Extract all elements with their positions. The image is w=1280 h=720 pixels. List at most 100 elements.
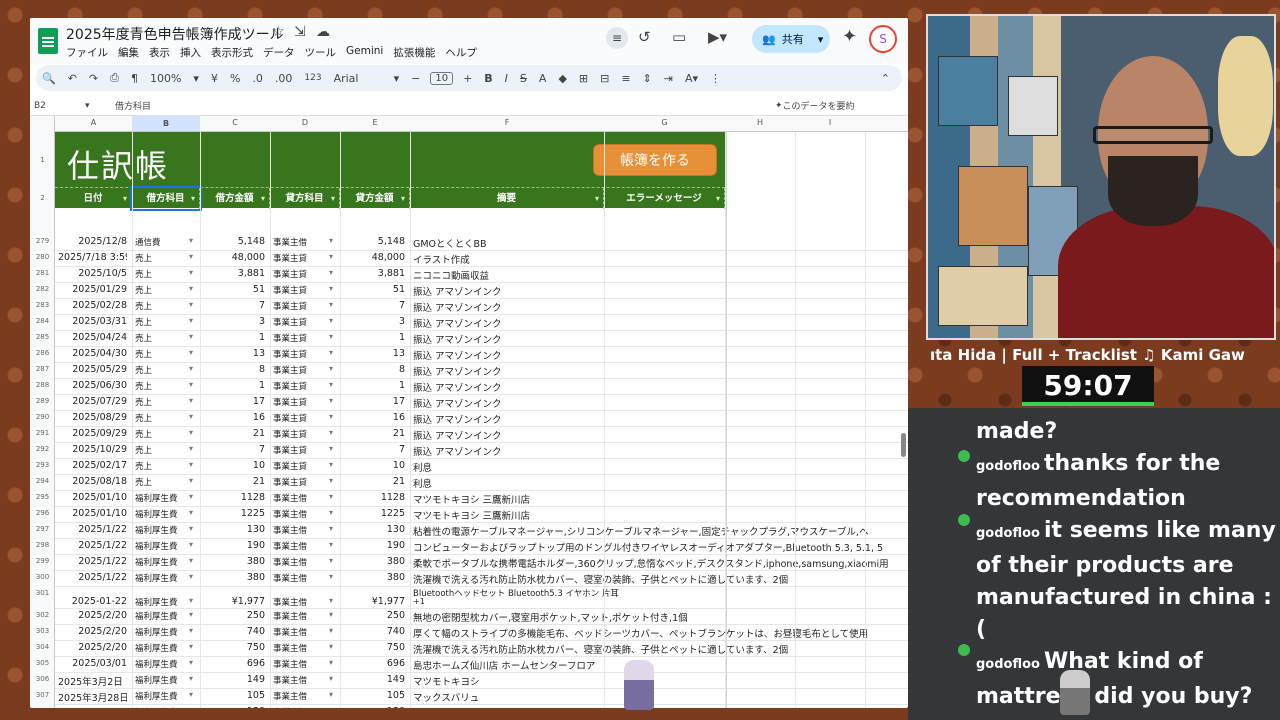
debit-amount-cell[interactable]: 3 bbox=[203, 316, 265, 327]
column-header-h[interactable]: H bbox=[725, 118, 795, 127]
percent-format-button[interactable]: % bbox=[224, 72, 246, 85]
credit-amount-cell[interactable]: 13 bbox=[343, 348, 405, 359]
header-cell-1[interactable]: 借方科目 bbox=[130, 186, 202, 211]
credit-amount-cell[interactable]: 1128 bbox=[343, 492, 405, 503]
row-number[interactable]: 287 bbox=[30, 365, 55, 373]
header-cell-0[interactable]: 日付 bbox=[55, 188, 132, 209]
debit-amount-cell[interactable]: 10 bbox=[203, 460, 265, 471]
memo-cell[interactable]: 洗濯機で洗える汚れ防止防水枕カバー、寝室の装飾、子供とペットに適しています、2個 bbox=[413, 572, 893, 586]
zoom-select[interactable]: 100% bbox=[144, 72, 187, 85]
row-number-1[interactable]: 1 bbox=[30, 156, 55, 164]
debit-account-cell[interactable]: 売上 bbox=[135, 300, 195, 312]
date-cell[interactable]: 2025/08/18 bbox=[58, 476, 127, 487]
credit-amount-cell[interactable]: 1 bbox=[343, 380, 405, 391]
credit-account-cell[interactable]: 事業主貸 bbox=[273, 428, 335, 440]
credit-account-cell[interactable]: 事業主貸 bbox=[273, 364, 335, 376]
column-header-g[interactable]: G bbox=[604, 118, 725, 127]
formula-input[interactable]: 借方科目 bbox=[115, 99, 775, 112]
date-cell[interactable]: 2025/10/29 bbox=[58, 444, 127, 455]
credit-amount-cell[interactable]: 130 bbox=[343, 706, 405, 708]
debit-amount-cell[interactable]: 48,000 bbox=[203, 252, 265, 263]
credit-account-cell[interactable]: 事業主貸 bbox=[273, 300, 335, 312]
credit-account-cell[interactable]: 事業主借 bbox=[273, 540, 335, 552]
create-ledger-button[interactable]: 帳簿を作る bbox=[593, 144, 717, 176]
print-icon[interactable]: ⎙ bbox=[104, 71, 125, 85]
credit-account-cell[interactable]: 事業主借 bbox=[273, 626, 335, 638]
debit-account-cell[interactable]: 売上 bbox=[135, 252, 195, 264]
credit-amount-cell[interactable]: 7 bbox=[343, 444, 405, 455]
date-cell[interactable]: 2025/02/28 bbox=[58, 300, 127, 311]
credit-amount-cell[interactable]: 740 bbox=[343, 626, 405, 637]
header-cell-5[interactable]: 摘要 bbox=[410, 188, 604, 209]
column-header-e[interactable]: E bbox=[340, 118, 410, 127]
credit-account-cell[interactable]: 事業主貸 bbox=[273, 316, 335, 328]
column-header-d[interactable]: D bbox=[270, 118, 340, 127]
debit-account-cell[interactable]: 福利厚生費 bbox=[135, 658, 195, 670]
row-number[interactable]: 293 bbox=[30, 461, 55, 469]
debit-amount-cell[interactable]: 1 bbox=[203, 380, 265, 391]
debit-account-cell[interactable]: 福利厚生費 bbox=[135, 524, 195, 536]
debit-amount-cell[interactable]: 13 bbox=[203, 348, 265, 359]
date-cell[interactable]: 2025年3月28日 bbox=[58, 690, 127, 704]
debit-account-cell[interactable]: 売上 bbox=[135, 284, 195, 296]
date-cell[interactable]: 2025/04/24 bbox=[58, 332, 127, 343]
debit-amount-cell[interactable]: ¥1,977 bbox=[203, 596, 265, 607]
spreadsheet-grid[interactable]: ABCDEFGHI 1 2 仕訳帳 帳簿を作る 日付借方科目借方金額貸方科目貸方… bbox=[30, 116, 908, 708]
row-number[interactable]: 291 bbox=[30, 429, 55, 437]
debit-account-cell[interactable]: 福利厚生費 bbox=[135, 706, 195, 708]
date-cell[interactable]: 2025/12/8 bbox=[58, 236, 127, 247]
credit-amount-cell[interactable]: 380 bbox=[343, 556, 405, 567]
borders-icon[interactable]: ⊞ bbox=[573, 72, 594, 85]
debit-amount-cell[interactable]: 1 bbox=[203, 332, 265, 343]
credit-amount-cell[interactable]: 21 bbox=[343, 428, 405, 439]
credit-amount-cell[interactable]: 51 bbox=[343, 284, 405, 295]
credit-amount-cell[interactable]: 17 bbox=[343, 396, 405, 407]
debit-amount-cell[interactable]: 7 bbox=[203, 300, 265, 311]
credit-amount-cell[interactable]: 105 bbox=[343, 690, 405, 701]
debit-amount-cell[interactable]: 21 bbox=[203, 476, 265, 487]
memo-cell[interactable]: 厚くて幅のストライプの多機能毛布、ベッドシーツカバー、ペットブランケットは、お昼… bbox=[413, 626, 893, 640]
row-number[interactable]: 279 bbox=[30, 237, 55, 245]
credit-amount-cell[interactable]: 3 bbox=[343, 316, 405, 327]
name-box-dropdown-icon[interactable]: ▾ bbox=[85, 101, 115, 111]
debit-amount-cell[interactable]: 740 bbox=[203, 626, 265, 637]
date-cell[interactable]: 2025/07/29 bbox=[58, 396, 127, 407]
date-cell[interactable]: 2025/1/22 bbox=[58, 524, 127, 535]
debit-account-cell[interactable]: 売上 bbox=[135, 268, 195, 280]
credit-account-cell[interactable]: 事業主借 bbox=[273, 492, 335, 504]
credit-account-cell[interactable]: 事業主貸 bbox=[273, 380, 335, 392]
date-cell[interactable]: 2025/1/22 bbox=[58, 540, 127, 551]
credit-amount-cell[interactable]: 10 bbox=[343, 460, 405, 471]
debit-amount-cell[interactable]: 750 bbox=[203, 642, 265, 653]
memo-cell[interactable]: コンピューターおよびラップトップ用のドングル付きワイヤレスオーディオアダプター,… bbox=[413, 540, 893, 554]
fill-color-icon[interactable]: ◆ bbox=[552, 72, 572, 85]
credit-account-cell[interactable]: 事業主借 bbox=[273, 658, 335, 670]
debit-account-cell[interactable]: 売上 bbox=[135, 332, 195, 344]
date-cell[interactable]: 2025/06/30 bbox=[58, 380, 127, 391]
memo-cell[interactable]: 振込 アマゾンインク bbox=[413, 364, 893, 378]
date-cell[interactable]: 2025/03/31 bbox=[58, 316, 127, 327]
memo-cell[interactable]: 振込 アマゾンインク bbox=[413, 284, 893, 298]
italic-icon[interactable]: I bbox=[499, 72, 514, 85]
debit-amount-cell[interactable]: 21 bbox=[203, 428, 265, 439]
debit-account-cell[interactable]: 福利厚生費 bbox=[135, 596, 195, 608]
strikethrough-icon[interactable]: S bbox=[514, 72, 533, 85]
date-cell[interactable]: 2025/1/22 bbox=[58, 572, 127, 583]
memo-cell[interactable]: 粘着性の電源ケーブルマネージャー,シリコンケーブルマネージャー,固定チャックプラ… bbox=[413, 524, 893, 538]
row-number[interactable]: 294 bbox=[30, 477, 55, 485]
memo-cell[interactable]: 利息 bbox=[413, 460, 893, 474]
credit-amount-cell[interactable]: 696 bbox=[343, 658, 405, 669]
row-number[interactable]: 308 bbox=[30, 707, 55, 708]
memo-cell[interactable]: 洗濯機で洗える汚れ防止防水枕カバー、寝室の装飾、子供とペットに適しています、2個 bbox=[413, 642, 893, 656]
debit-amount-cell[interactable]: 1225 bbox=[203, 508, 265, 519]
credit-amount-cell[interactable]: 48,000 bbox=[343, 252, 405, 263]
memo-cell[interactable]: 無地の密閉型枕カバー,寝室用ポケット,マット,ポケット付き,1個 bbox=[413, 610, 893, 624]
font-size-input[interactable]: 10 bbox=[430, 71, 454, 85]
credit-account-cell[interactable]: 事業主貸 bbox=[273, 460, 335, 472]
memo-cell[interactable]: マツモトキヨシ 三鷹新川店 bbox=[413, 508, 893, 522]
row-number[interactable]: 286 bbox=[30, 349, 55, 357]
debit-account-cell[interactable]: 福利厚生費 bbox=[135, 572, 195, 584]
undo-icon[interactable]: ↶ bbox=[62, 72, 83, 85]
row-number[interactable]: 297 bbox=[30, 525, 55, 533]
column-header-i[interactable]: I bbox=[795, 118, 865, 127]
